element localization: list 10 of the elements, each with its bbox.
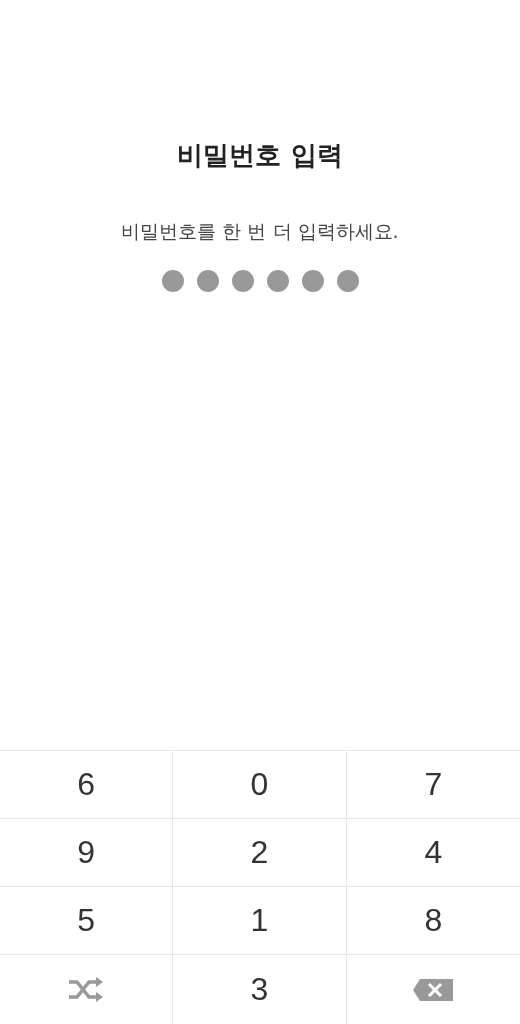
digit-key[interactable]: 9 xyxy=(0,819,174,887)
digit-key[interactable]: 6 xyxy=(0,751,174,819)
digit-key[interactable]: 2 xyxy=(173,819,347,887)
screen-title: 비밀번호 입력 xyxy=(177,139,343,172)
instruction-text: 비밀번호를 한 번 더 입력하세요. xyxy=(121,219,399,244)
backspace-icon xyxy=(412,977,455,1002)
digit-key[interactable]: 5 xyxy=(0,887,174,955)
shuffle-icon xyxy=(68,976,105,1003)
digit-key[interactable]: 1 xyxy=(173,887,347,955)
digit-key[interactable]: 0 xyxy=(173,751,347,819)
